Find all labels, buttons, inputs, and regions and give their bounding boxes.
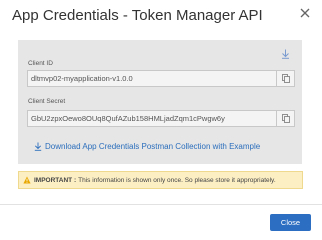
close-icon[interactable]: [298, 6, 312, 20]
copy-client-id-button[interactable]: [276, 71, 294, 86]
download-link-label: Download App Credentials Postman Collect…: [45, 142, 261, 151]
client-secret-value: GbU2zpxOewo8OUq8QufAZub158HMLjadZqm1cPwg…: [31, 114, 225, 123]
copy-icon: [281, 114, 290, 123]
copy-icon: [281, 74, 290, 83]
notice-label: IMPORTANT :: [34, 176, 77, 184]
client-id-field[interactable]: dltmvp02-myapplication-v1.0.0: [27, 70, 295, 87]
warning-icon: [23, 176, 31, 184]
download-postman-link[interactable]: Download App Credentials Postman Collect…: [34, 142, 260, 151]
client-secret-label: Client Secret: [28, 98, 66, 105]
footer-divider: [0, 204, 322, 205]
client-secret-field[interactable]: GbU2zpxOewo8OUq8QufAZub158HMLjadZqm1cPwg…: [27, 110, 295, 127]
credentials-card: Client ID dltmvp02-myapplication-v1.0.0 …: [18, 40, 302, 164]
dialog-title: App Credentials - Token Manager API: [12, 7, 263, 24]
notice-message: This information is shown only once. So …: [78, 176, 276, 184]
client-id-value: dltmvp02-myapplication-v1.0.0: [31, 74, 133, 83]
close-button[interactable]: Close: [270, 214, 311, 231]
download-icon: [34, 142, 42, 151]
client-id-label: Client ID: [28, 60, 53, 67]
download-icon[interactable]: [281, 46, 290, 59]
copy-client-secret-button[interactable]: [276, 111, 294, 126]
important-notice: IMPORTANT : This information is shown on…: [18, 171, 303, 189]
